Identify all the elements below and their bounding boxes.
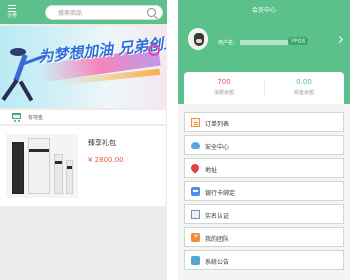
product-image[interactable] bbox=[6, 134, 78, 198]
product-price: ¥ 2800.00 bbox=[88, 156, 124, 164]
menu-item-bank-card[interactable]: 银行卡绑定 bbox=[184, 181, 344, 201]
stat-cash-balance[interactable]: 0.00 现金余额 bbox=[264, 78, 344, 96]
menu-item-team[interactable]: 我的团队 bbox=[184, 227, 344, 247]
search-box[interactable] bbox=[45, 5, 163, 20]
order-icon bbox=[191, 118, 200, 127]
stat-value: 700 bbox=[217, 78, 231, 86]
member-panel: 会员中心 用户名： VIP会员 700 消费余额 0.00 现金余额 订单列表 … bbox=[178, 0, 350, 280]
product-name[interactable]: 臻享礼包 bbox=[88, 138, 116, 148]
menu-item-label: 地址 bbox=[205, 167, 218, 174]
menu-item-label: 我的团队 bbox=[205, 236, 230, 243]
menu-item-label: 银行卡绑定 bbox=[205, 190, 236, 197]
stat-label: 消费余额 bbox=[213, 90, 234, 96]
product-bottle bbox=[54, 154, 63, 194]
product-bottle bbox=[66, 160, 73, 194]
menu-item-address[interactable]: 地址 bbox=[184, 158, 344, 178]
team-icon bbox=[191, 232, 200, 242]
avatar[interactable] bbox=[188, 28, 208, 50]
store-row[interactable]: 有地金 bbox=[0, 110, 166, 124]
cart-icon bbox=[12, 113, 21, 122]
runner-body bbox=[13, 53, 28, 83]
username-blurred bbox=[240, 40, 289, 45]
runner-leg bbox=[18, 80, 34, 102]
username-row: 用户名： bbox=[218, 39, 289, 46]
page-title: 会员中心 bbox=[251, 7, 276, 14]
search-icon[interactable] bbox=[147, 8, 156, 17]
stat-consumption-balance[interactable]: 700 消费余额 bbox=[184, 78, 264, 96]
category-button[interactable]: 分类 bbox=[4, 3, 20, 21]
menu-item-label: 安全中心 bbox=[205, 144, 230, 151]
vip-badge: VIP会员 bbox=[288, 37, 309, 45]
store-label: 有地金 bbox=[28, 115, 44, 121]
cloud-icon bbox=[191, 142, 200, 149]
banner-decoration bbox=[148, 44, 160, 56]
search-input[interactable] bbox=[58, 8, 144, 18]
balance-stats: 700 消费余额 0.00 现金余额 bbox=[184, 72, 344, 104]
chevron-right-icon[interactable] bbox=[335, 35, 344, 44]
product-card[interactable]: 臻享礼包 ¥ 2800.00 bbox=[0, 126, 166, 206]
product-box bbox=[12, 142, 24, 194]
stat-value: 0.00 bbox=[296, 78, 312, 86]
menu-item-verification[interactable]: 实名认证 bbox=[184, 204, 344, 224]
menu-item-label: 系统公告 bbox=[205, 259, 230, 266]
stat-label: 现金余额 bbox=[293, 90, 314, 96]
menu-item-announcements[interactable]: 系统公告 bbox=[184, 250, 344, 270]
menu-item-label: 订单列表 bbox=[205, 121, 230, 128]
member-menu: 订单列表 安全中心 地址 银行卡绑定 实名认证 我的团队 系统公告 bbox=[184, 112, 344, 273]
location-pin-icon bbox=[189, 162, 201, 174]
username-label: 用户名： bbox=[218, 40, 239, 46]
menu-icon bbox=[8, 5, 16, 12]
id-card-icon bbox=[191, 210, 200, 219]
category-label: 分类 bbox=[6, 13, 17, 19]
menu-item-orders[interactable]: 订单列表 bbox=[184, 112, 344, 132]
avatar-image bbox=[194, 33, 204, 46]
shop-header: 分类 bbox=[0, 0, 167, 24]
runner-leg bbox=[1, 79, 19, 101]
menu-item-security[interactable]: 安全中心 bbox=[184, 135, 344, 155]
product-box bbox=[28, 138, 50, 194]
shop-panel: 分类 为梦想加油 兄弟创业吧 有地金 臻享礼包 ¥ 2800.00 bbox=[0, 0, 167, 280]
notice-icon bbox=[191, 256, 200, 265]
promo-banner[interactable]: 为梦想加油 兄弟创业吧 bbox=[0, 26, 166, 108]
bank-card-icon bbox=[191, 187, 200, 196]
menu-item-label: 实名认证 bbox=[205, 213, 230, 220]
